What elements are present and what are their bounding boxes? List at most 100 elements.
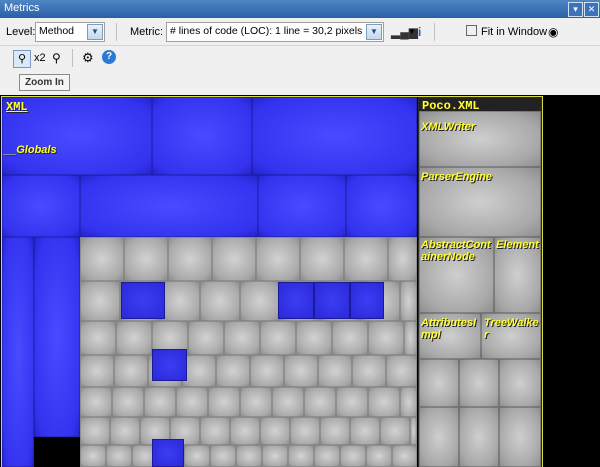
treemap-cell[interactable] [258,175,346,237]
treemap-cell[interactable] [210,445,236,467]
treemap-cell[interactable] [80,175,258,237]
camera-icon[interactable]: ◉ [548,25,558,39]
treemap-cell[interactable] [188,321,224,355]
treemap-cell[interactable] [262,445,288,467]
treemap-cell[interactable] [392,445,417,467]
treemap-cell[interactable] [272,387,304,417]
treemap-cell[interactable] [336,387,368,417]
treemap-cell[interactable] [380,417,410,445]
treemap-cell[interactable] [366,445,392,467]
pin-icon[interactable]: ▾ [568,2,583,17]
close-icon[interactable]: ✕ [584,2,599,17]
treemap-cell[interactable] [290,417,320,445]
treemap-cell[interactable] [216,355,250,387]
treemap-cell[interactable] [419,359,459,407]
treemap-cell[interactable] [236,445,262,467]
info-icon[interactable]: i [418,25,421,39]
treemap-cell[interactable] [388,237,417,281]
treemap-cell[interactable] [459,407,499,467]
treemap-cell[interactable] [80,321,116,355]
treemap-cell[interactable] [320,417,350,445]
chevron-down-icon[interactable]: ▼ [87,24,103,40]
treemap-cell[interactable] [200,417,230,445]
fit-window-icon[interactable] [466,25,477,36]
treemap-cell[interactable] [2,175,80,237]
metric-select[interactable]: # lines of code (LOC): 1 line = 30,2 pix… [166,22,384,42]
treemap-cell[interactable] [499,359,541,407]
fit-in-window-button[interactable]: Fit in Window [481,26,547,38]
treemap-cell[interactable] [200,281,240,321]
treemap-cell[interactable] [182,355,216,387]
treemap-cell[interactable] [400,387,417,417]
treemap-cell-highlight[interactable] [314,282,350,319]
treemap-cell[interactable] [230,417,260,445]
treemap-cell[interactable] [114,355,148,387]
treemap-cell[interactable] [340,445,366,467]
treemap-cell[interactable] [284,355,318,387]
treemap-cell[interactable] [112,387,144,417]
help-icon[interactable]: ? [102,50,116,64]
treemap-cell[interactable] [332,321,368,355]
treemap-cell[interactable] [252,97,417,175]
treemap-cell[interactable] [80,417,110,445]
treemap-cell[interactable] [318,355,352,387]
chevron-down-icon[interactable]: ▼ [408,25,416,39]
treemap-cell[interactable] [80,387,112,417]
treemap-cell[interactable] [350,417,380,445]
treemap-cell[interactable] [160,281,200,321]
treemap-cell-highlight[interactable] [121,282,165,319]
treemap-cell[interactable] [224,321,260,355]
zoom-out-icon[interactable]: ⚲ [52,51,61,65]
treemap-cell[interactable] [260,321,296,355]
treemap-cell[interactable] [368,321,404,355]
treemap-cell-highlight[interactable] [278,282,314,319]
treemap-cell[interactable] [352,355,386,387]
treemap-cell[interactable] [344,237,388,281]
treemap-cell[interactable] [2,237,34,467]
treemap-cell[interactable] [296,321,332,355]
treemap-cell[interactable] [124,237,168,281]
treemap-cell[interactable] [419,111,541,167]
zoom-in-button[interactable]: ⚲ [13,50,31,68]
treemap[interactable]: XML __Globals Poco.XML XMLWriter ParserE… [1,96,543,467]
treemap-cell[interactable] [34,237,80,437]
treemap-cell[interactable] [304,387,336,417]
treemap-cell[interactable] [176,387,208,417]
treemap-cell[interactable] [314,445,340,467]
treemap-cell[interactable] [404,321,417,355]
treemap-canvas[interactable]: XML __Globals Poco.XML XMLWriter ParserE… [0,95,600,467]
treemap-cell[interactable] [400,281,417,321]
treemap-cell[interactable] [240,387,272,417]
treemap-cell[interactable] [410,417,417,445]
treemap-cell[interactable] [144,387,176,417]
treemap-cell[interactable] [386,355,417,387]
treemap-cell[interactable] [300,237,344,281]
treemap-cell[interactable] [240,281,280,321]
treemap-cell[interactable] [346,175,417,237]
treemap-cell-highlight[interactable] [152,349,187,381]
treemap-cell[interactable] [184,445,210,467]
treemap-cell[interactable] [106,445,132,467]
gear-icon[interactable]: ⚙ [82,51,94,65]
treemap-cell[interactable] [459,359,499,407]
treemap-cell-highlight[interactable] [152,439,184,467]
treemap-cell[interactable] [260,417,290,445]
treemap-cell[interactable] [419,407,459,467]
treemap-cell[interactable] [250,355,284,387]
treemap-cell[interactable] [256,237,300,281]
treemap-cell[interactable] [208,387,240,417]
treemap-cell[interactable] [116,321,152,355]
chevron-down-icon[interactable]: ▼ [366,24,382,40]
treemap-cell[interactable] [212,237,256,281]
treemap-cell[interactable] [168,237,212,281]
treemap-cell-highlight[interactable] [350,282,384,319]
treemap-cell[interactable] [80,355,114,387]
treemap-cell[interactable] [110,417,140,445]
treemap-cell[interactable] [80,237,124,281]
treemap-cell[interactable] [80,281,120,321]
treemap-cell[interactable] [80,445,106,467]
treemap-cell[interactable] [288,445,314,467]
treemap-cell[interactable] [152,97,252,175]
level-select[interactable]: Method ▼ [35,22,105,42]
treemap-cell[interactable] [499,407,541,467]
